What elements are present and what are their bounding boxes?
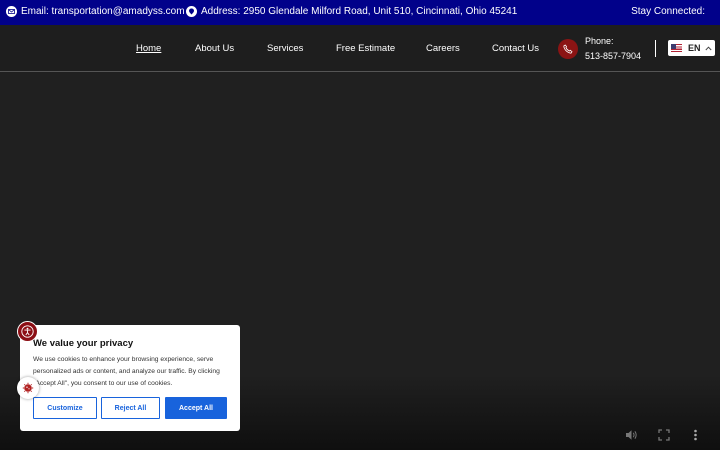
fullscreen-icon[interactable] — [658, 429, 670, 441]
cookie-description: We use cookies to enhance your browsing … — [33, 356, 220, 387]
language-selector[interactable]: EN — [668, 40, 715, 56]
email-icon — [6, 6, 17, 17]
cookie-title: We value your privacy — [33, 338, 134, 349]
language-code: EN — [688, 43, 701, 53]
main-navigation: Home About Us Services Free Estimate Car… — [0, 25, 720, 72]
nav-item-about-us[interactable]: About Us — [195, 43, 234, 54]
more-options-icon[interactable] — [693, 429, 698, 441]
address-text: Address: 2950 Glendale Milford Road, Uni… — [201, 6, 518, 17]
cookie-consent-banner: We value your privacy We use cookies to … — [20, 325, 240, 431]
location-icon — [186, 6, 197, 17]
nav-item-free-estimate[interactable]: Free Estimate — [336, 43, 395, 54]
cookie-buttons: Customize Reject All Accept All — [33, 397, 227, 419]
reject-all-button[interactable]: Reject All — [101, 397, 160, 419]
phone-label: Phone: — [585, 36, 614, 46]
customize-button[interactable]: Customize — [33, 397, 97, 419]
nav-item-home[interactable]: Home — [136, 43, 161, 54]
email-contact[interactable]: Email: transportation@amadyss.com — [6, 6, 185, 17]
nav-divider — [655, 40, 656, 57]
email-text[interactable]: Email: transportation@amadyss.com — [21, 6, 185, 17]
top-info-bar: Email: transportation@amadyss.com Addres… — [0, 0, 720, 25]
accessibility-icon[interactable] — [17, 321, 38, 342]
cookie-settings-icon[interactable] — [17, 377, 39, 399]
nav-item-services[interactable]: Services — [267, 43, 303, 54]
address-contact: Address: 2950 Glendale Milford Road, Uni… — [186, 6, 517, 17]
chevron-up-icon — [704, 45, 712, 50]
nav-item-contact-us[interactable]: Contact Us — [492, 43, 539, 54]
nav-item-careers[interactable]: Careers — [426, 43, 460, 54]
accept-all-button[interactable]: Accept All — [165, 397, 227, 419]
phone-icon[interactable] — [558, 39, 578, 59]
phone-number-link[interactable]: 513-857-7904 — [585, 51, 641, 61]
volume-icon[interactable] — [625, 429, 638, 441]
us-flag-icon — [671, 44, 682, 52]
stay-connected-label: Stay Connected: — [631, 6, 705, 17]
